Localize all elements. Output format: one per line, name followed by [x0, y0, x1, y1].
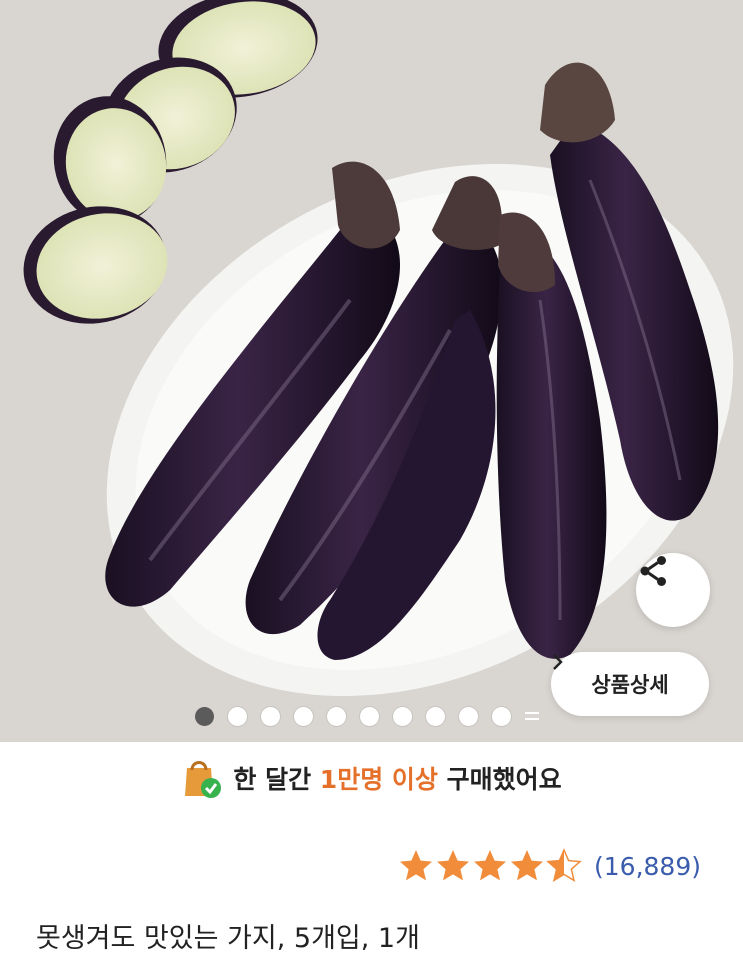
- carousel-dot[interactable]: [492, 706, 511, 726]
- banner-suffix: 구매했어요: [446, 765, 562, 794]
- carousel-dot[interactable]: [426, 706, 445, 726]
- product-image-carousel[interactable]: 상품상세: [0, 0, 743, 742]
- product-detail-label: 상품상세: [591, 673, 669, 697]
- purchase-count-banner: 한 달간 1만명 이상 구매했어요: [0, 742, 743, 814]
- share-icon: [640, 556, 666, 586]
- carousel-dot[interactable]: [294, 706, 313, 726]
- product-detail-button[interactable]: 상품상세: [551, 652, 709, 716]
- carousel-indicator: [195, 705, 539, 727]
- product-title: 못생겨도 맛있는 가지, 5개입, 1개: [36, 923, 420, 954]
- chevron-right-icon: [553, 654, 563, 670]
- banner-highlight: 1만명 이상: [319, 765, 438, 794]
- carousel-dot[interactable]: [228, 706, 247, 726]
- rating-summary[interactable]: (16,889): [398, 843, 701, 889]
- carousel-dot[interactable]: [393, 706, 412, 726]
- product-image: [23, 0, 734, 697]
- carousel-dot[interactable]: [327, 706, 346, 726]
- share-button[interactable]: [636, 553, 710, 627]
- review-count[interactable]: (16,889): [594, 852, 701, 881]
- carousel-dot[interactable]: [360, 706, 379, 726]
- shopping-bag-check-icon: [185, 761, 222, 798]
- menu-more-icon[interactable]: [525, 708, 539, 724]
- banner-prefix: 한 달간: [233, 765, 312, 794]
- star-rating-icon: [400, 849, 581, 882]
- carousel-dot[interactable]: [195, 706, 214, 726]
- carousel-dot[interactable]: [459, 706, 478, 726]
- carousel-dot[interactable]: [261, 706, 280, 726]
